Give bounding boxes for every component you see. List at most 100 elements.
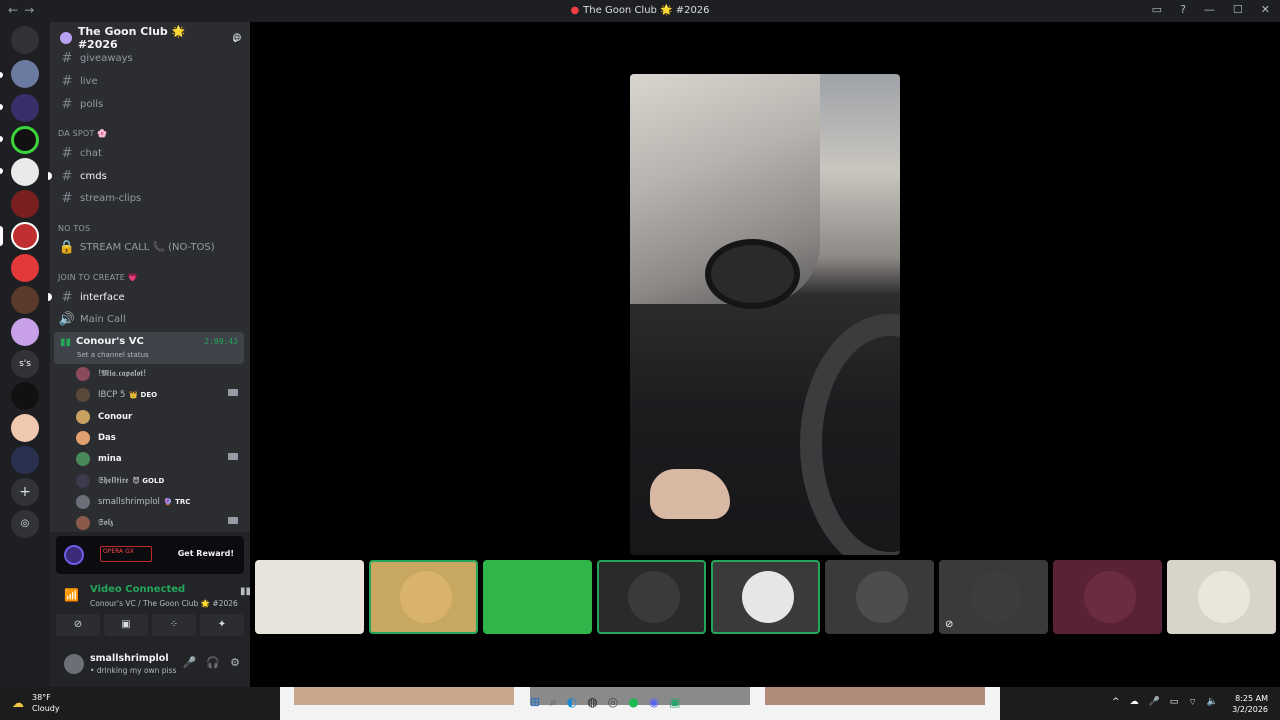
hash-icon: # — [61, 96, 73, 112]
microphone-icon[interactable]: 🎤 — [183, 656, 197, 669]
close-button[interactable]: ✕ — [1261, 3, 1270, 16]
channel-cmds[interactable]: # cmds — [48, 166, 250, 186]
windows-start-icon[interactable]: ⊞ — [530, 695, 540, 710]
channel-live[interactable]: # live — [50, 71, 250, 91]
member-avatar[interactable] — [76, 473, 90, 488]
maximize-button[interactable]: ☐ — [1233, 3, 1243, 16]
discord-home-icon[interactable] — [11, 26, 39, 54]
channel-stream-call[interactable]: 🔒 STREAM CALL 📞 (NO-TOS) — [50, 237, 250, 257]
clock[interactable]: 8:25 AM 3/2/2026 — [1232, 693, 1268, 715]
participant-tile[interactable] — [1167, 560, 1276, 634]
server-icon-6[interactable] — [11, 222, 39, 250]
voice-member[interactable]: smallshrimplol 🔮 TRC — [76, 493, 244, 511]
channel-giveaways[interactable]: # giveaways — [50, 48, 250, 68]
edge-icon[interactable]: ◐ — [567, 695, 577, 710]
voice-member[interactable]: 𝕾𝖍𝖊𝖑𝖑𝖋𝖎𝖗𝖊 😈 GOLD — [76, 472, 244, 490]
steam-icon[interactable]: ◍ — [587, 695, 597, 710]
voice-member[interactable]: !𝕸𝖎𝖆.𝖈𝖆𝖕𝖆𝖑𝖔𝖙! — [76, 365, 244, 383]
channel-interface[interactable]: # interface — [48, 287, 250, 307]
participant-tile[interactable] — [483, 560, 592, 634]
server-icon-13[interactable] — [11, 446, 39, 474]
activities-button[interactable]: ⁘ — [152, 614, 196, 636]
network-icon[interactable]: ☁ — [1130, 697, 1139, 708]
server-icon-5[interactable] — [11, 190, 39, 218]
minimize-button[interactable]: — — [1204, 3, 1215, 16]
participant-tile[interactable] — [369, 560, 478, 634]
get-reward-button[interactable]: Get Reward! — [178, 549, 234, 558]
discord-taskbar-icon[interactable]: ◉ — [649, 695, 659, 710]
spotify-icon[interactable]: ● — [628, 695, 638, 710]
add-server-icon[interactable]: + — [11, 478, 39, 506]
display-icon[interactable]: ▭ — [1170, 697, 1179, 708]
focused-video-stream[interactable] — [630, 74, 900, 555]
server-icon-12[interactable] — [11, 414, 39, 442]
add-member-icon[interactable]: ⊕ — [232, 30, 242, 44]
headphones-icon[interactable]: 🎧 — [206, 656, 220, 669]
inbox-icon[interactable]: ▭ — [1152, 3, 1162, 16]
channel-main-call[interactable]: 🔊 Main Call — [50, 309, 250, 329]
server-list: s's + ◎ — [0, 22, 50, 687]
server-icon-10[interactable]: s's — [11, 350, 39, 378]
channel-stream-clips[interactable]: # stream-clips — [50, 188, 250, 208]
server-icon-8[interactable] — [11, 286, 39, 314]
voice-actions: ⊘ ▣ ⁘ ✦ — [56, 614, 244, 636]
channel-polls[interactable]: # polls — [50, 94, 250, 114]
member-avatar[interactable] — [76, 452, 90, 467]
member-avatar[interactable] — [76, 430, 90, 445]
category-no-tos[interactable]: NO TOS — [58, 224, 90, 233]
participant-tile[interactable] — [597, 560, 706, 634]
server-icon-1[interactable] — [11, 60, 39, 88]
voice-channel-active[interactable]: ▮▮ Conour's VC Set a channel status 2:09… — [54, 332, 244, 364]
app-icon[interactable]: ▣ — [669, 695, 680, 710]
server-icon-9[interactable] — [11, 318, 39, 346]
voice-member[interactable]: Conour — [76, 408, 244, 426]
member-name: Conour — [98, 411, 133, 422]
participant-tile[interactable] — [1053, 560, 1162, 634]
server-icon-11[interactable] — [11, 382, 39, 410]
channel-chat[interactable]: # chat — [50, 143, 250, 163]
participant-tile[interactable] — [255, 560, 364, 634]
voice-member[interactable]: Das — [76, 429, 244, 447]
voice-member[interactable]: IBCP 5 👑 DEO — [76, 386, 244, 404]
connection-state[interactable]: Video Connected — [90, 584, 185, 595]
member-avatar[interactable] — [76, 494, 90, 509]
mic-tray-icon[interactable]: 🎤 — [1149, 697, 1160, 708]
unread-pill — [0, 136, 3, 142]
signal-icon[interactable]: 📶 — [64, 588, 79, 602]
user-name[interactable]: smallshrimplol — [90, 653, 169, 664]
promo-banner[interactable]: OPERA GX Get Reward! — [56, 536, 244, 574]
channel-sidebar: The Goon Club 🌟 #2026 ⌄ ⊕ # giveaways # li… — [48, 22, 270, 687]
voice-channel-status[interactable]: Set a channel status — [77, 351, 149, 359]
participant-tile[interactable] — [711, 560, 820, 634]
participant-tile[interactable]: ⊘ — [939, 560, 1048, 634]
camera-icon — [228, 517, 238, 525]
explore-icon[interactable]: ◎ — [11, 510, 39, 538]
screen-share-button[interactable]: ▣ — [104, 614, 148, 636]
voice-member[interactable]: mina — [76, 450, 244, 468]
search-icon[interactable]: ⌕ — [550, 695, 557, 710]
participant-tile[interactable] — [825, 560, 934, 634]
member-avatar[interactable] — [76, 516, 90, 531]
tray-overflow-icon[interactable]: ^ — [1112, 697, 1120, 708]
member-name: !𝕸𝖎𝖆.𝖈𝖆𝖕𝖆𝖑𝖔𝖙! — [98, 369, 147, 379]
category-da-spot[interactable]: DA SPOT 🌸 — [58, 129, 107, 138]
soundboard-button[interactable]: ✦ — [200, 614, 244, 636]
server-icon-3[interactable] — [11, 126, 39, 154]
server-icon-7[interactable] — [11, 254, 39, 282]
connection-location[interactable]: Conour's VC / The Goon Club 🌟 #2026 — [90, 599, 238, 608]
member-avatar[interactable] — [76, 388, 90, 403]
server-icon-4[interactable] — [11, 158, 39, 186]
preview-thumbnail — [294, 687, 514, 705]
help-icon[interactable]: ? — [1180, 3, 1186, 16]
wifi-icon[interactable]: ⌔ — [1188, 697, 1196, 708]
member-avatar[interactable] — [76, 367, 90, 381]
server-icon-2[interactable] — [11, 94, 39, 122]
user-avatar[interactable] — [64, 654, 84, 674]
category-join-to-create[interactable]: JOIN TO CREATE 💗 — [58, 273, 138, 282]
member-avatar[interactable] — [76, 409, 90, 424]
camera-off-button[interactable]: ⊘ — [56, 614, 100, 636]
chrome-icon[interactable]: ◎ — [608, 695, 618, 710]
voice-member[interactable]: 𝕾𝖔𝖑𝖟 — [76, 514, 244, 532]
settings-gear-icon[interactable]: ⚙ — [230, 656, 240, 669]
volume-icon[interactable]: 🔈 — [1207, 697, 1218, 708]
